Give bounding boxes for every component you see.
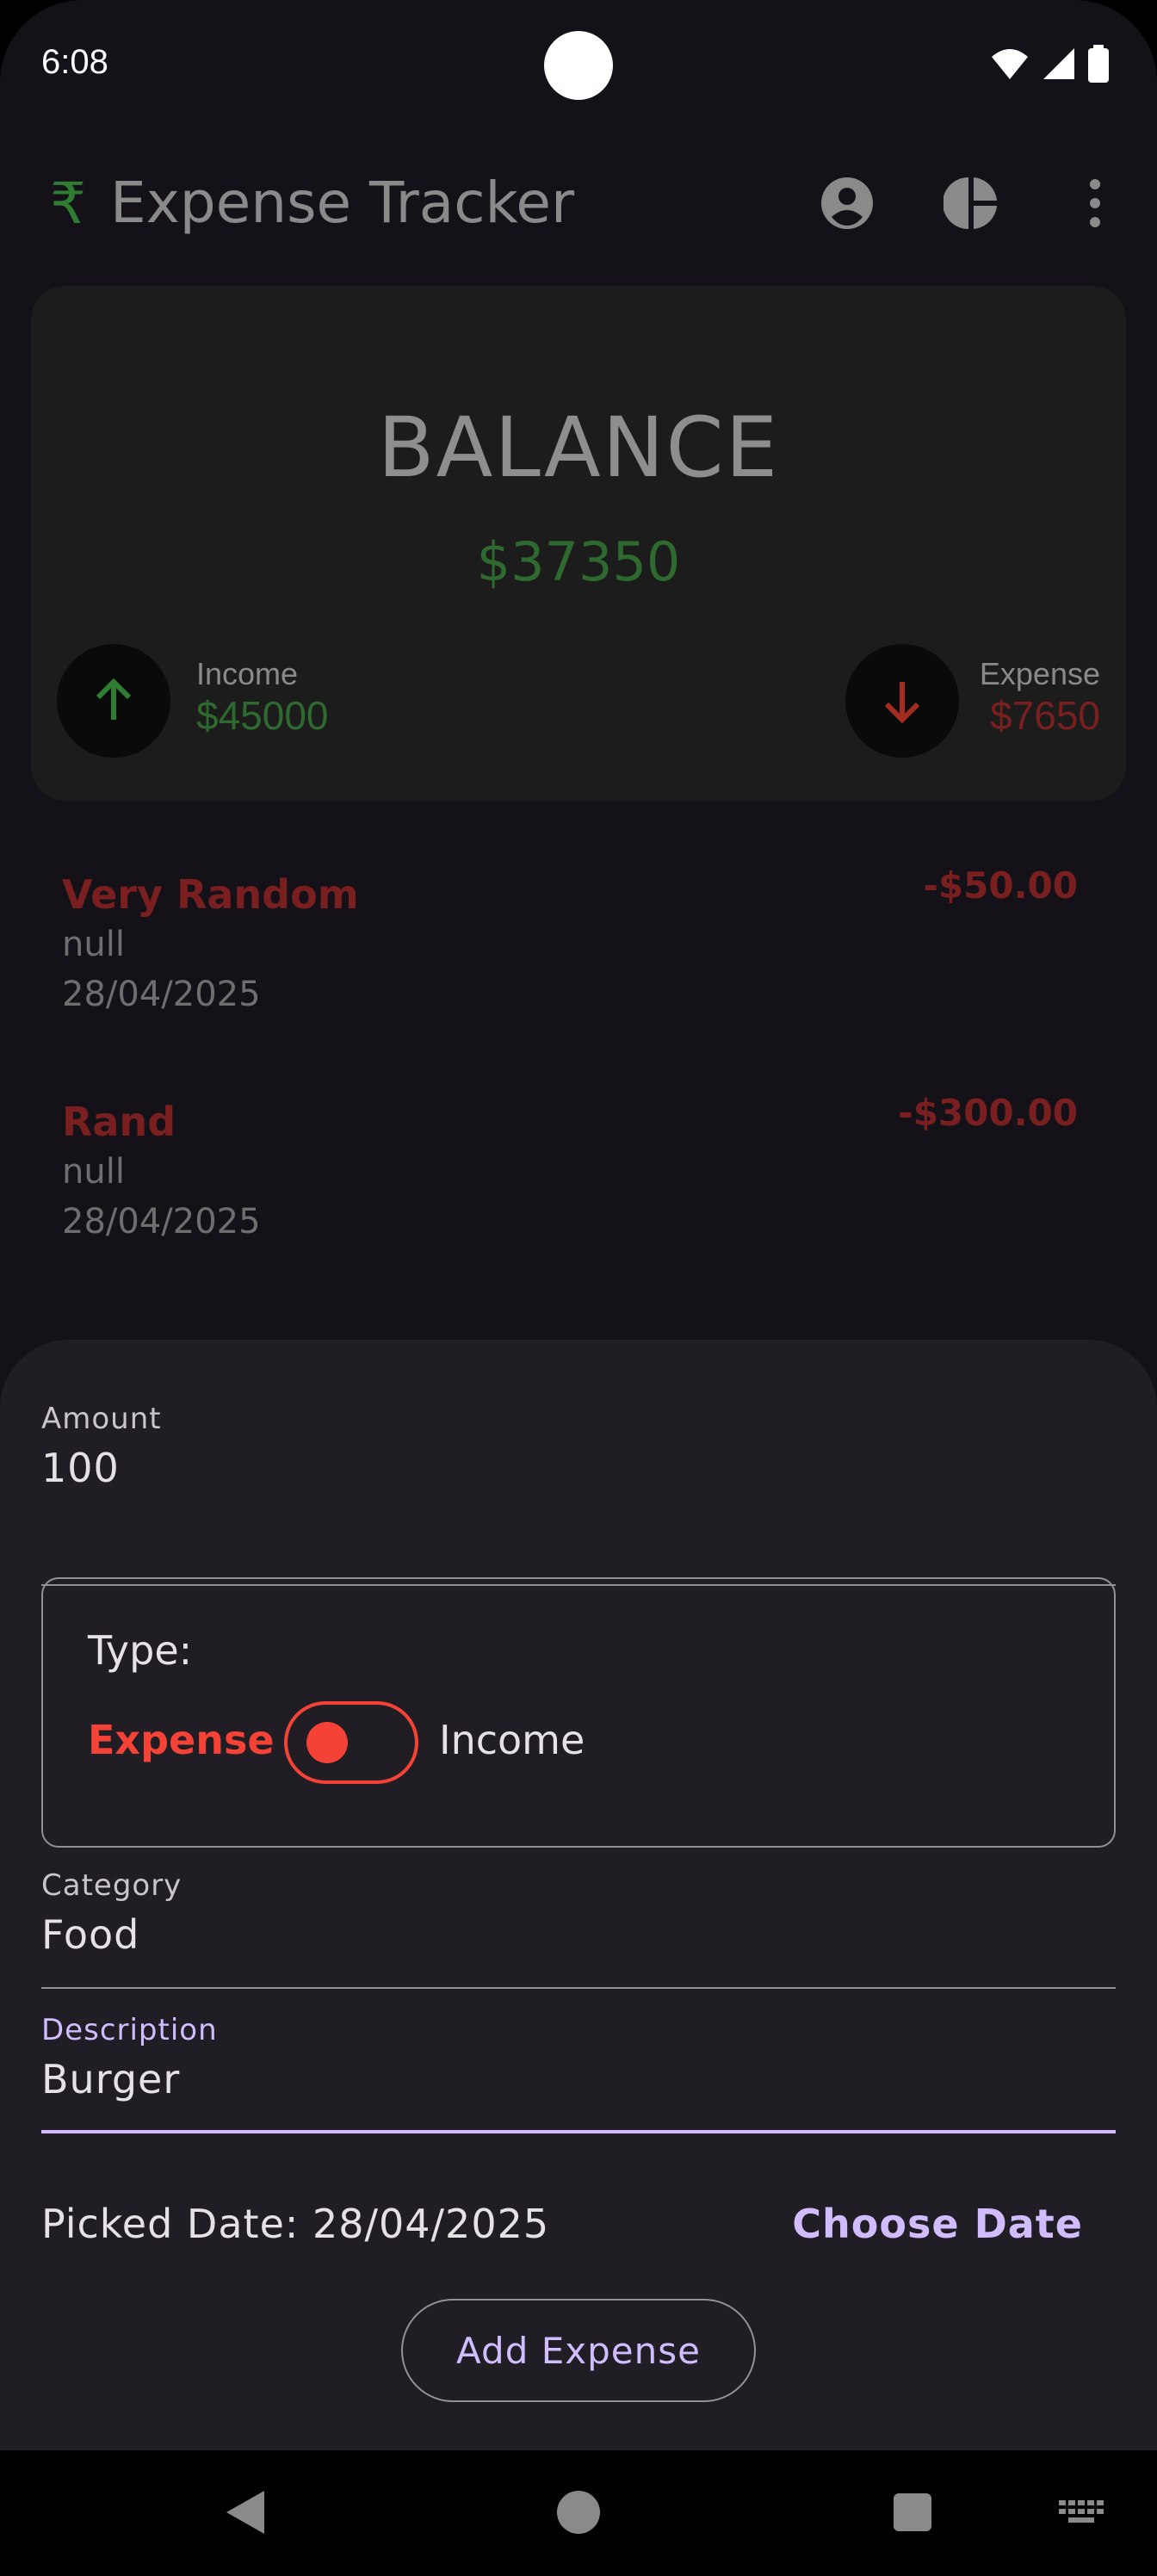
- add-transaction-sheet: Amount 100 Type: Expense Income Category…: [0, 1340, 1157, 2450]
- income-label: Income: [196, 656, 299, 691]
- system-nav-bar: [0, 2450, 1157, 2576]
- camera-cutout: [544, 31, 613, 100]
- top-app-bar: ₹ Expense Tracker: [0, 138, 1157, 267]
- transaction-description: null: [62, 925, 125, 964]
- status-bar: 6:08: [0, 0, 1157, 129]
- transaction-amount: -$50.00: [923, 864, 1078, 907]
- type-selector: Type: Expense Income: [41, 1577, 1116, 1848]
- balance-card: BALANCE $37350 Income $45000 Expense $76…: [31, 286, 1126, 801]
- rupee-logo-icon: ₹: [50, 170, 86, 237]
- chart-button[interactable]: [937, 169, 1005, 238]
- category-label: Category: [41, 1868, 183, 1903]
- balance-label: BALANCE: [377, 399, 780, 496]
- home-button[interactable]: [551, 2485, 606, 2540]
- category-input[interactable]: Food: [41, 1911, 139, 1958]
- description-input[interactable]: Burger: [41, 2056, 180, 2102]
- transaction-title: Rand: [62, 1099, 176, 1145]
- description-field[interactable]: Description Burger: [41, 2013, 1116, 2133]
- app-title: Expense Tracker: [110, 170, 575, 236]
- type-label: Type:: [88, 1627, 193, 1674]
- app-screen: 6:08 ₹ Expense Tracker BALANCE $37350 In…: [0, 0, 1157, 2576]
- transaction-title: Very Random: [62, 871, 359, 918]
- home-icon: [557, 2491, 600, 2534]
- description-label: Description: [41, 2013, 218, 2047]
- recents-button[interactable]: [885, 2485, 940, 2540]
- account-button[interactable]: [813, 169, 882, 238]
- choose-date-button[interactable]: Choose Date: [792, 2201, 1083, 2247]
- overflow-menu-button[interactable]: [1061, 169, 1129, 238]
- switch-thumb: [306, 1722, 348, 1763]
- transaction-amount: -$300.00: [898, 1092, 1078, 1134]
- description-underline: [41, 2130, 1116, 2133]
- category-field[interactable]: Category Food: [41, 1868, 1116, 1989]
- amount-label: Amount: [41, 1402, 162, 1436]
- picked-date-text: Picked Date: 28/04/2025: [41, 2201, 550, 2247]
- more-vert-icon: [1090, 179, 1100, 227]
- expense-indicator: [845, 644, 959, 758]
- type-expense-label: Expense: [88, 1717, 275, 1763]
- expense-value: $7650: [990, 693, 1100, 738]
- add-expense-button[interactable]: Add Expense: [401, 2299, 756, 2402]
- type-toggle-switch[interactable]: [284, 1701, 418, 1784]
- income-indicator: [57, 644, 170, 758]
- pie-chart-icon: [944, 177, 997, 229]
- back-button[interactable]: [217, 2485, 272, 2540]
- income-value: $45000: [196, 693, 329, 738]
- arrow-up-icon: [96, 678, 132, 720]
- type-income-label: Income: [439, 1717, 585, 1763]
- transaction-date: 28/04/2025: [62, 1202, 261, 1242]
- keyboard-icon: [1059, 2500, 1104, 2523]
- amount-field[interactable]: Amount 100: [41, 1402, 1116, 1586]
- signal-icon: [1043, 48, 1074, 79]
- keyboard-button[interactable]: [1054, 2485, 1109, 2540]
- account-icon: [821, 177, 873, 229]
- arrow-down-icon: [884, 682, 920, 724]
- amount-input[interactable]: 100: [41, 1445, 120, 1491]
- battery-icon: [1088, 45, 1109, 83]
- status-icons: [990, 45, 1109, 83]
- transaction-date: 28/04/2025: [62, 975, 261, 1014]
- status-time: 6:08: [41, 43, 108, 81]
- wifi-icon: [992, 49, 1028, 79]
- category-underline: [41, 1987, 1116, 1989]
- back-icon: [226, 2491, 264, 2534]
- expense-label: Expense: [979, 656, 1100, 691]
- balance-value: $37350: [476, 530, 681, 593]
- transaction-description: null: [62, 1152, 125, 1192]
- recents-icon: [894, 2493, 931, 2531]
